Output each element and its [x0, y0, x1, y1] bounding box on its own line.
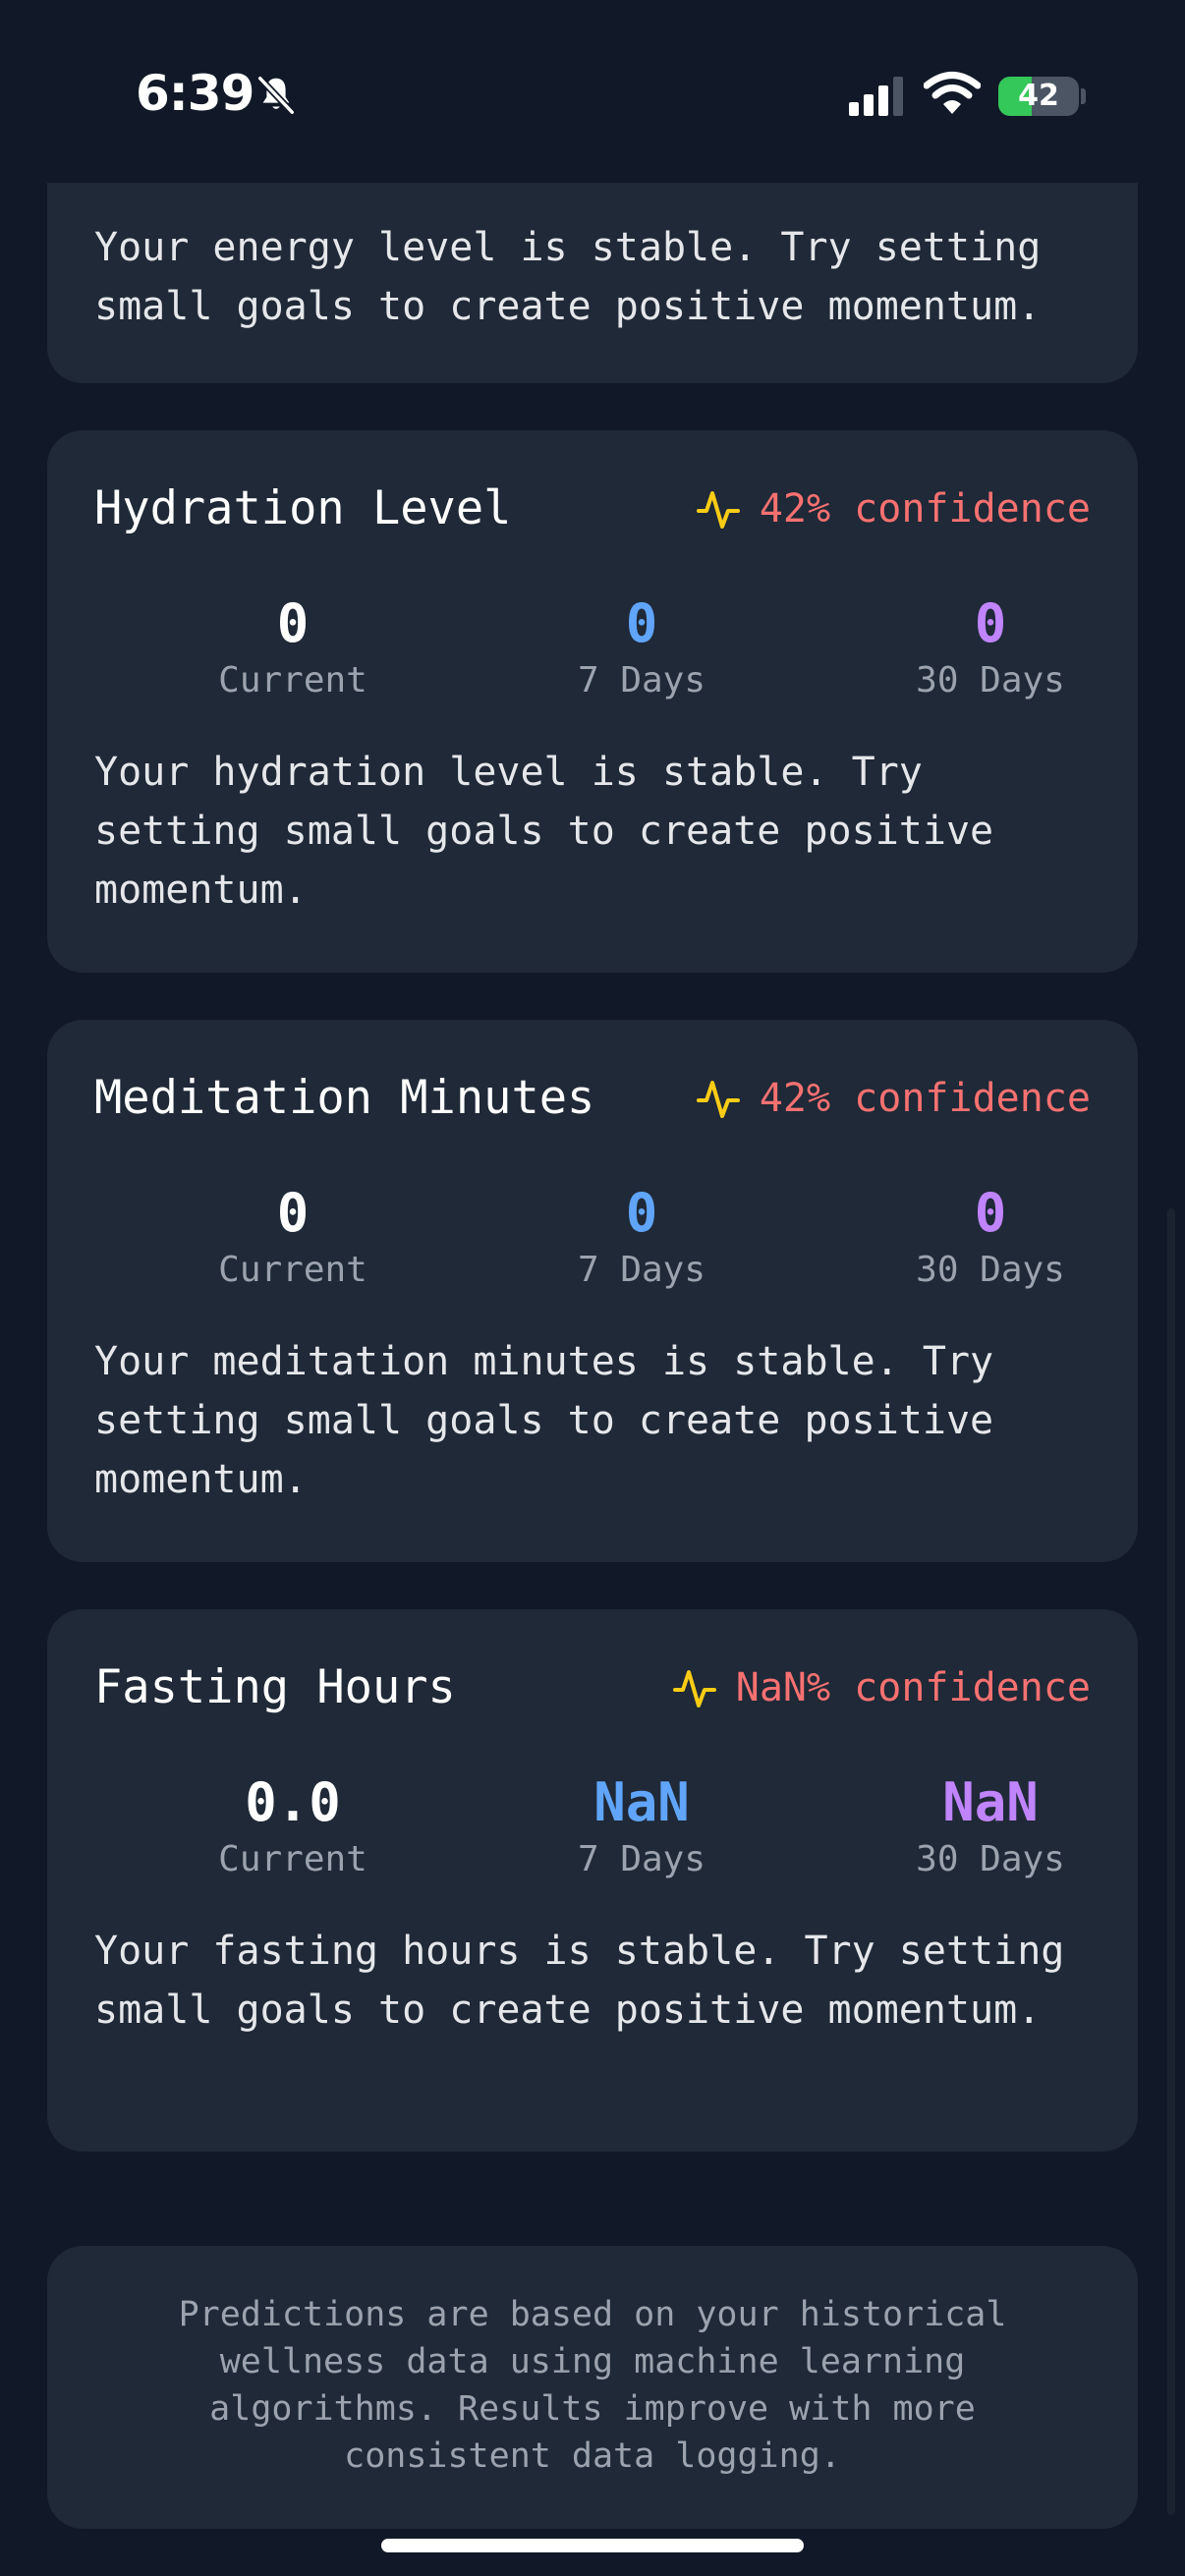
- metrics-row: 0 Current 0 7 Days 0 30 Days: [47, 1181, 1138, 1309]
- metric-30-days-label: 30 Days: [916, 1250, 1065, 1290]
- status-time: 6:39: [136, 65, 254, 122]
- confidence-text: NaN% confidence: [735, 1665, 1091, 1710]
- pulse-icon: [696, 1081, 740, 1118]
- metric-30-days: 0 30 Days: [843, 1181, 1138, 1295]
- confidence-text: 42% confidence: [759, 1076, 1091, 1121]
- metric-7-days-label: 7 Days: [577, 660, 706, 700]
- pulse-icon: [696, 491, 740, 529]
- metric-current-value: 0: [276, 592, 310, 654]
- confidence-indicator: 42% confidence: [695, 1075, 1091, 1122]
- fasting-hours-card: Fasting Hours NaN% confidence 0.0 Curren…: [47, 1609, 1138, 2152]
- hydration-level-card: Hydration Level 42% confidence 0 Current…: [47, 430, 1138, 973]
- predictions-info-card: Predictions are based on your historical…: [47, 2246, 1138, 2529]
- metric-current: 0 Current: [145, 591, 440, 705]
- wifi-icon: [924, 72, 981, 114]
- pulse-icon: [672, 1670, 716, 1708]
- metric-7-days-label: 7 Days: [577, 1839, 706, 1879]
- metrics-row: 0 Current 0 7 Days 0 30 Days: [47, 591, 1138, 719]
- metric-7-days: 0 7 Days: [494, 1181, 789, 1295]
- energy-description: Your energy level is stable. Try setting…: [94, 225, 1042, 329]
- confidence-indicator: NaN% confidence: [671, 1664, 1091, 1711]
- metric-current-value: 0: [276, 1182, 310, 1244]
- confidence-indicator: 42% confidence: [695, 485, 1091, 532]
- predictions-info-text: Predictions are based on your historical…: [178, 2295, 1007, 2476]
- cellular-signal-icon: [849, 77, 903, 116]
- metric-30-days: NaN 30 Days: [843, 1770, 1138, 1884]
- bell-slash-icon: [256, 75, 296, 116]
- metric-30-days-value: 0: [974, 592, 1007, 654]
- home-indicator[interactable]: [381, 2539, 804, 2552]
- battery-cap: [1081, 88, 1086, 104]
- metric-30-days: 0 30 Days: [843, 591, 1138, 705]
- metric-7-days-value: 0: [625, 1182, 658, 1244]
- confidence-text: 42% confidence: [759, 486, 1091, 532]
- metric-30-days-value: NaN: [942, 1771, 1039, 1833]
- metric-current: 0 Current: [145, 1181, 440, 1295]
- scrollbar[interactable]: [1167, 1208, 1175, 2515]
- card-title: Fasting Hours: [94, 1660, 456, 1714]
- metric-7-days: 0 7 Days: [494, 591, 789, 705]
- metric-7-days-value: NaN: [593, 1771, 690, 1833]
- battery-icon: 42: [998, 77, 1079, 116]
- metric-current-label: Current: [218, 1250, 367, 1290]
- metric-30-days-label: 30 Days: [916, 1839, 1065, 1879]
- card-description: Your hydration level is stable. Try sett…: [94, 750, 994, 913]
- battery-text: 42: [1018, 79, 1059, 113]
- card-title: Meditation Minutes: [94, 1071, 595, 1125]
- metric-current-label: Current: [218, 1839, 367, 1879]
- status-bar: 6:39 42: [0, 0, 1185, 183]
- metric-current-label: Current: [218, 660, 367, 700]
- metrics-row: 0.0 Current NaN 7 Days NaN 30 Days: [47, 1770, 1138, 1898]
- card-description: Your meditation minutes is stable. Try s…: [94, 1339, 994, 1502]
- metric-30-days-value: 0: [974, 1182, 1007, 1244]
- metric-30-days-label: 30 Days: [916, 660, 1065, 700]
- card-title: Hydration Level: [94, 481, 512, 535]
- energy-level-card: Your energy level is stable. Try setting…: [47, 147, 1138, 383]
- metric-current-value: 0.0: [245, 1771, 341, 1833]
- card-description: Your fasting hours is stable. Try settin…: [94, 1929, 1065, 2033]
- metric-current: 0.0 Current: [145, 1770, 440, 1884]
- metric-7-days: NaN 7 Days: [494, 1770, 789, 1884]
- metric-7-days-value: 0: [625, 592, 658, 654]
- meditation-minutes-card: Meditation Minutes 42% confidence 0 Curr…: [47, 1020, 1138, 1562]
- metric-7-days-label: 7 Days: [577, 1250, 706, 1290]
